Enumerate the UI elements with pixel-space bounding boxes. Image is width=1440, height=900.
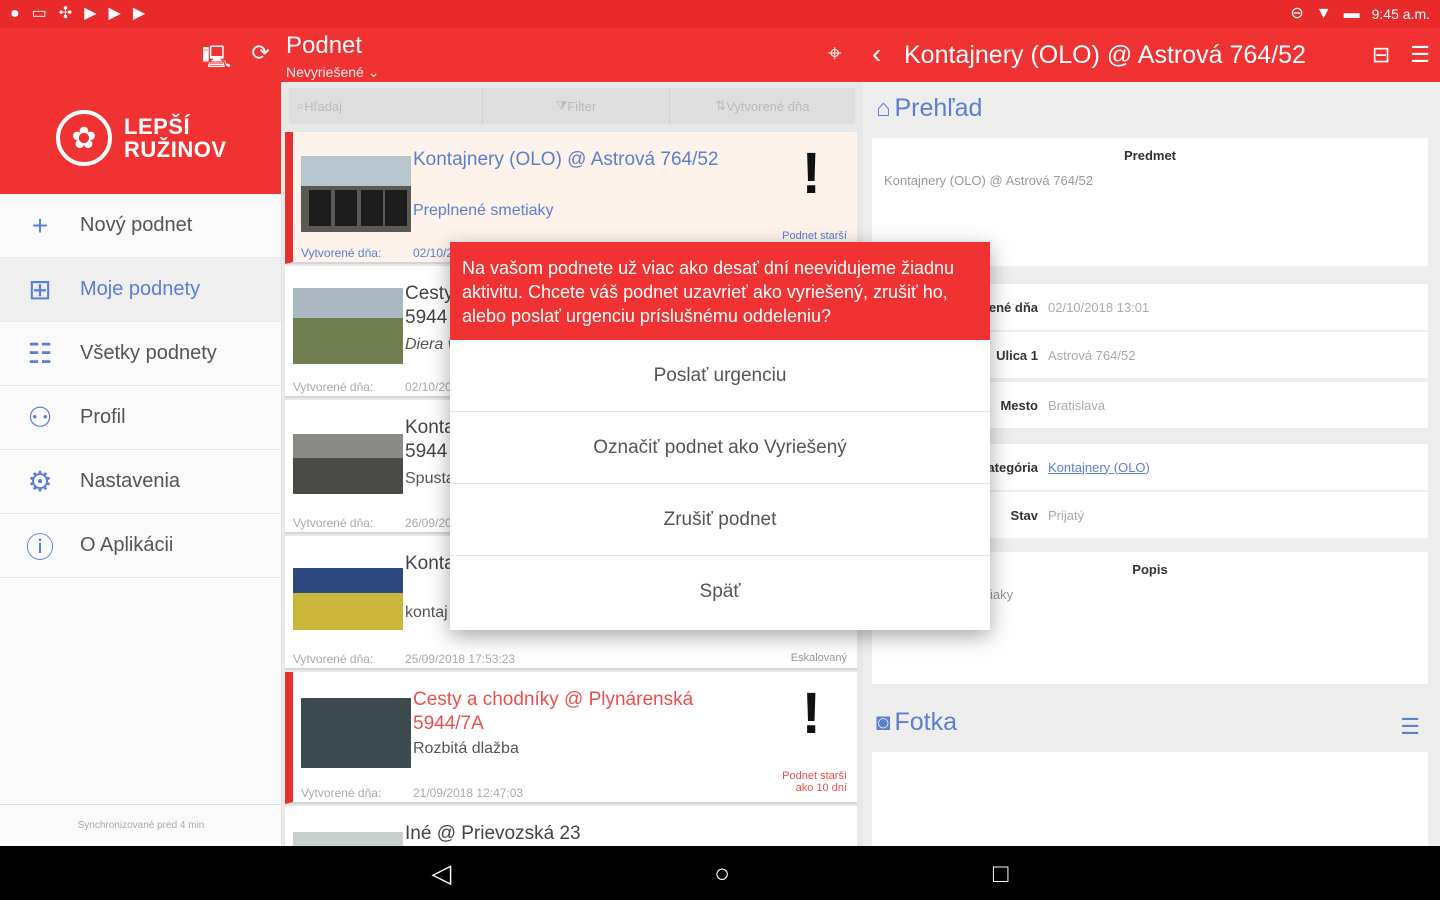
cancel-report-button[interactable]: Zrušiť podnet	[450, 484, 990, 556]
urgency-dialog: Na vašom podnete už viac ako desať dní n…	[450, 242, 990, 630]
back-button[interactable]: Späť	[450, 556, 990, 628]
dialog-message: Na vašom podnete už viac ako desať dní n…	[450, 242, 990, 340]
mark-resolved-button[interactable]: Označiť podnet ako Vyriešený	[450, 412, 990, 484]
send-urgency-button[interactable]: Poslať urgenciu	[450, 340, 990, 412]
